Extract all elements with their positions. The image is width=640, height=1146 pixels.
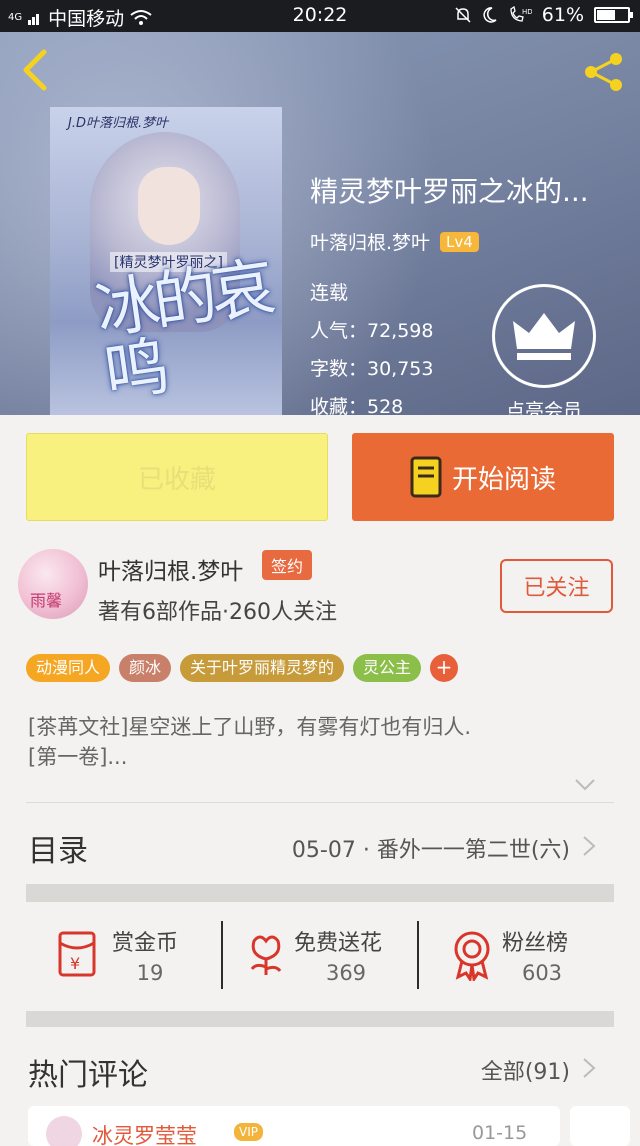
book-author[interactable]: 叶落归根.梦叶 [310,228,430,255]
collected-button[interactable]: 已收藏 [26,433,328,521]
start-reading-label: 开始阅读 [451,464,556,495]
comment-card[interactable] [570,1106,630,1146]
divider [221,921,223,989]
comment-date: 01-15 [472,1122,528,1144]
follow-button[interactable]: 已关注 [500,559,613,613]
divider [26,802,614,803]
medal-icon [454,931,490,981]
mute-icon [455,7,471,23]
popularity: 人气：72,598 [310,320,434,342]
reward-value: 603 [521,961,563,985]
reward-coins[interactable]: ¥ 赏金币 19 [50,915,210,995]
share-button[interactable] [582,50,626,94]
tag-item[interactable]: 关于叶罗丽精灵梦的 [180,654,345,682]
status-bar: 4G 中国移动 20:22 HD 61% [0,0,640,32]
start-reading-button[interactable]: 开始阅读 [352,433,614,521]
vip-label[interactable]: 点亮会员 [490,396,598,415]
reward-value: 369 [325,961,367,985]
divider [417,921,419,989]
book-stats: 连载 人气：72,598 字数：30,753 收藏：528 [310,274,433,415]
book-cover[interactable]: J.D叶落归根.梦叶 [精灵梦叶罗丽之] 冰的哀鸣 [50,107,282,415]
red-envelope-yuan-icon: ¥ [58,931,96,977]
all-comments-link[interactable]: 全部(91) [481,1054,570,1086]
tag-item[interactable]: 动漫同人 [26,654,111,682]
hd-call-icon: HD [510,6,532,22]
book-description[interactable]: [茶苒文社]星空迷上了山野，有雾有灯也有归人. [第一卷]... [28,712,618,772]
toc-label[interactable]: 目录 [28,826,88,870]
reward-label: 粉丝榜 [502,931,569,956]
word-count: 字数：30,753 [310,358,434,380]
svg-text:HD: HD [522,8,532,16]
comment-card[interactable]: 冰灵罗莹莹 VIP 01-15 [28,1106,560,1146]
svg-text:¥: ¥ [70,954,80,973]
book-title: 精灵梦叶罗丽之冰的... [310,175,589,208]
author-avatar[interactable]: 雨馨 [18,549,88,619]
author-meta: 著有6部作品·260人关注 [98,600,337,625]
favorites-count: 收藏：528 [310,396,404,415]
avatar-text: 雨馨 [30,591,63,610]
reward-label: 免费送花 [294,931,383,956]
battery-percent: 61% [541,4,584,26]
cover-author-tag: J.D叶落归根.梦叶 [68,116,169,131]
back-button[interactable] [18,48,52,92]
reward-flowers[interactable]: 免费送花 369 [240,915,410,995]
status-right: HD 61% [454,4,633,26]
flower-icon [250,935,282,975]
avatar[interactable] [46,1116,82,1146]
book-icon [410,456,442,498]
add-tag-button[interactable]: + [430,654,459,682]
vip-button[interactable] [492,284,596,388]
section-separator [26,1011,614,1027]
reward-label: 赏金币 [112,931,179,956]
tag-list: 动漫同人 颜冰 关于叶罗丽精灵梦的 灵公主 + [26,654,459,682]
crown-icon [513,313,575,360]
hot-comments-title: 热门评论 [28,1058,148,1093]
tag-item[interactable]: 颜冰 [119,654,172,682]
tag-item[interactable]: 灵公主 [353,654,422,682]
chevron-right-icon[interactable] [582,1057,596,1079]
chevron-right-icon[interactable] [582,835,596,857]
vip-badge: VIP [234,1123,263,1141]
reward-value: 19 [136,961,164,985]
cover-title: 冰的哀鸣 [91,251,274,412]
reward-fans[interactable]: 粉丝榜 603 [446,915,596,995]
moon-icon [483,7,497,23]
reward-row: ¥ 赏金币 19 免费送花 369 粉丝榜 603 [0,915,640,995]
book-header: J.D叶落归根.梦叶 [精灵梦叶罗丽之] 冰的哀鸣 精灵梦叶罗丽之冰的... 叶… [0,32,640,415]
level-badge: Lv4 [440,231,479,252]
serial-status: 连载 [310,282,349,304]
latest-chapter[interactable]: 05-07 · 番外一一第二世(六) [292,832,570,864]
expand-chevron-icon[interactable] [574,778,596,792]
battery-fill [597,10,615,20]
comment-user[interactable]: 冰灵罗莹莹 [92,1120,197,1146]
author-name[interactable]: 叶落归根.梦叶 [98,552,243,586]
battery-icon [594,7,633,23]
cover-face [138,167,200,245]
signed-badge: 签约 [262,550,313,580]
section-separator [26,884,614,902]
book-author-row: 叶落归根.梦叶 Lv4 [310,228,479,255]
description-text: [茶苒文社]星空迷上了山野，有雾有灯也有归人. [第一卷]... [28,715,472,769]
